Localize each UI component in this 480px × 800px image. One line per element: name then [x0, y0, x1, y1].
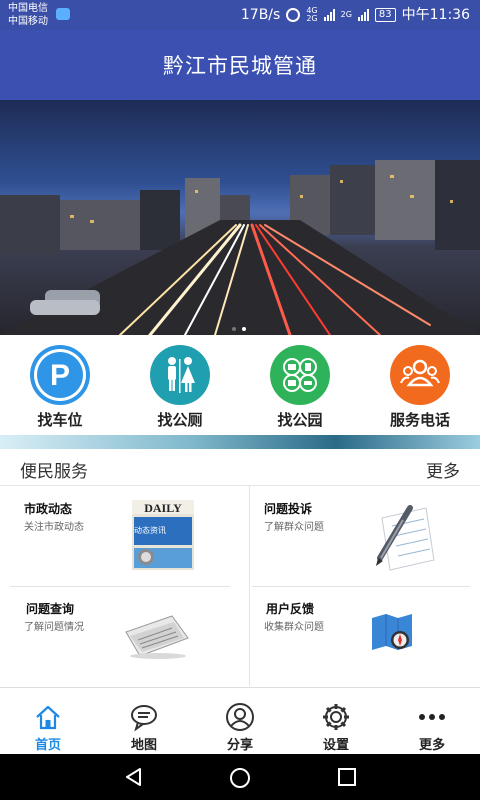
people-icon — [390, 345, 450, 405]
nav-item-share[interactable]: 分享 — [192, 688, 288, 754]
nav-label: 首页 — [34, 738, 61, 753]
service-item-complaint[interactable]: 问题投诉 了解群众问题 — [250, 486, 480, 586]
quick-action-find-parking[interactable]: P 找车位 — [0, 335, 120, 435]
service-item-issue-lookup[interactable]: 问题查询 了解问题情况 — [0, 586, 240, 686]
carousel-dot-1[interactable] — [232, 327, 236, 331]
bottom-nav: 首页 地图 分享 设置 更多 — [0, 687, 480, 754]
nav-label: 分享 — [226, 738, 253, 753]
nav-item-more[interactable]: 更多 — [384, 688, 480, 754]
grid-divider-horizontal — [252, 586, 470, 587]
net-type-2g: 2G — [306, 14, 318, 23]
service-subtitle: 关注市政动态 — [24, 522, 84, 533]
service-item-feedback[interactable]: 用户反馈 收集群众问题 — [250, 586, 480, 686]
quick-action-service-phone[interactable]: 服务电话 — [360, 335, 480, 435]
daily-image-caption: 动态资讯 — [134, 525, 166, 535]
quick-action-label: 服务电话 — [389, 411, 450, 429]
status-indicators: 17B/s 4G 2G 2G 83 中午11:36 — [241, 5, 470, 25]
grid-divider-vertical — [249, 486, 250, 686]
city-night-image — [0, 160, 480, 335]
gear-icon — [321, 702, 351, 732]
service-title: 市政动态 — [24, 502, 73, 516]
system-nav-bar — [0, 754, 480, 800]
daily-image-text: DAILY — [144, 501, 182, 515]
service-title: 用户反馈 — [266, 602, 315, 616]
carrier-2: 中国移动 — [8, 16, 48, 27]
service-subtitle: 收集群众问题 — [264, 622, 324, 633]
status-bar: 中国电信 中国移动 17B/s 4G 2G 2G 83 中午11:36 — [0, 0, 480, 30]
service-subtitle: 了解群众问题 — [264, 522, 324, 533]
wifi-calling-icon — [56, 8, 70, 20]
decorative-strip — [0, 435, 480, 449]
home-icon — [33, 702, 63, 732]
banner-carousel[interactable] — [0, 100, 480, 335]
park-icon — [270, 345, 330, 405]
carrier-1: 中国电信 — [8, 3, 48, 14]
service-subtitle: 了解问题情况 — [24, 622, 84, 633]
signal-icon-2 — [357, 9, 369, 21]
home-circle-icon[interactable] — [229, 767, 251, 789]
nav-item-home[interactable]: 首页 — [0, 688, 96, 754]
quick-action-find-toilet[interactable]: 找公厕 — [120, 335, 240, 435]
map-compass-icon — [372, 614, 412, 650]
service-title: 问题投诉 — [264, 502, 313, 516]
newspaper-icon — [125, 615, 189, 659]
pen-paper-icon — [376, 505, 435, 571]
toilet-icon — [150, 345, 210, 405]
quick-action-label: 找车位 — [37, 411, 83, 429]
alarm-icon — [286, 8, 301, 22]
service-item-municipal-news[interactable]: 市政动态 关注市政动态 DAILY 动态资讯 — [0, 486, 240, 586]
recents-icon[interactable] — [337, 767, 357, 787]
title-bar: 黔江市民城管通 — [0, 30, 480, 100]
parking-icon: P — [30, 345, 90, 405]
services-header: 便民服务 更多 — [0, 450, 480, 486]
quick-action-label: 找公厕 — [157, 411, 203, 429]
carousel-dot-2[interactable] — [242, 327, 246, 331]
back-icon[interactable] — [124, 767, 144, 787]
nav-item-map[interactable]: 地图 — [96, 688, 192, 754]
svg-text:P: P — [50, 359, 70, 392]
grid-divider-horizontal — [10, 586, 230, 587]
quick-action-find-park[interactable]: 找公园 — [240, 335, 360, 435]
newspaper-daily-icon: DAILY 动态资讯 — [132, 500, 194, 570]
net-type-2g-b: 2G — [340, 10, 352, 19]
carousel-indicator[interactable] — [232, 327, 246, 331]
user-circle-icon — [225, 702, 255, 732]
nav-item-settings[interactable]: 设置 — [288, 688, 384, 754]
battery-level: 83 — [374, 8, 396, 22]
more-dots-icon — [417, 702, 447, 732]
carrier-info: 中国电信 中国移动 — [8, 2, 48, 28]
nav-label: 设置 — [322, 738, 349, 753]
net-speed: 17B/s — [240, 7, 281, 23]
nav-label: 地图 — [130, 738, 157, 753]
services-more-link[interactable]: 更多 — [426, 457, 460, 482]
quick-action-label: 找公园 — [277, 411, 323, 429]
service-title: 问题查询 — [26, 602, 75, 616]
quick-actions: P 找车位 找公厕 找公园 服务电话 — [0, 335, 480, 435]
services-title: 便民服务 — [20, 462, 88, 482]
chat-bubble-icon — [129, 702, 159, 732]
nav-label: 更多 — [418, 738, 445, 753]
page-title: 黔江市民城管通 — [163, 54, 317, 78]
clock: 中午11:36 — [401, 7, 470, 23]
signal-icon — [323, 9, 335, 21]
